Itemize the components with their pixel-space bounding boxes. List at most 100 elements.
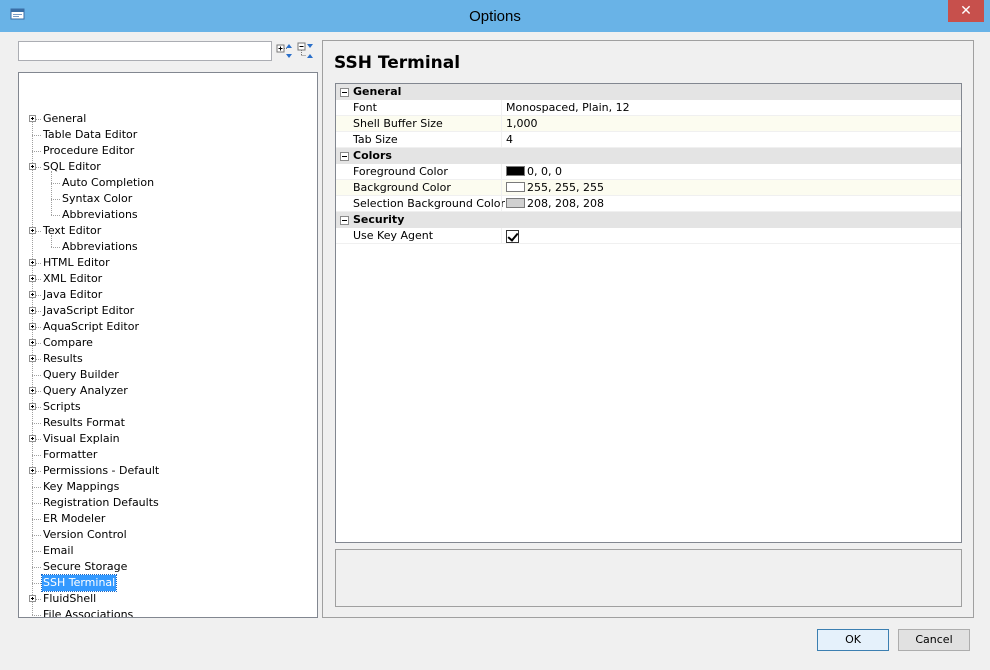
expand-toggle-icon[interactable] <box>29 291 36 298</box>
tree-item[interactable]: General <box>19 111 317 127</box>
tree-item[interactable]: ER Modeler <box>19 511 317 527</box>
tree-item[interactable]: Secure Storage <box>19 559 317 575</box>
tree-item[interactable]: Query Builder <box>19 367 317 383</box>
property-grid[interactable]: General Font Monospaced, Plain, 12 Shell Bu… <box>335 83 962 543</box>
tree-item[interactable]: Text Editor <box>19 223 317 239</box>
tree-item[interactable]: FluidShell <box>19 591 317 607</box>
category-label: Colors <box>353 149 392 162</box>
expand-toggle-icon[interactable] <box>29 275 36 282</box>
expand-toggle-icon[interactable] <box>29 355 36 362</box>
tree-item[interactable]: HTML Editor <box>19 255 317 271</box>
collapse-toggle-icon[interactable] <box>340 216 349 225</box>
tree-item[interactable]: Syntax Color <box>19 191 317 207</box>
tree-item[interactable]: Version Control <box>19 527 317 543</box>
tree-item[interactable]: Auto Completion <box>19 175 317 191</box>
close-button[interactable]: ✕ <box>948 0 984 22</box>
expand-toggle-icon[interactable] <box>29 387 36 394</box>
tree-item-label: Email <box>43 544 74 557</box>
tree-item-label: Table Data Editor <box>43 128 138 141</box>
close-icon: ✕ <box>960 3 972 19</box>
tree-connector <box>32 615 41 616</box>
tree-connector <box>32 151 41 152</box>
expand-toggle-icon[interactable] <box>29 307 36 314</box>
expand-toggle-icon[interactable] <box>29 403 36 410</box>
property-row[interactable]: Selection Background Color 208, 208, 208 <box>336 196 961 212</box>
tree-connector <box>51 247 60 248</box>
cancel-button[interactable]: Cancel <box>898 629 970 651</box>
property-category[interactable]: Colors <box>336 148 961 164</box>
collapse-toggle-icon[interactable] <box>340 88 349 97</box>
tree-item[interactable]: Abbreviations <box>19 207 317 223</box>
tree-item[interactable]: Visual Explain <box>19 431 317 447</box>
tree-item[interactable]: Query Analyzer <box>19 383 317 399</box>
tree-item[interactable]: Registration Defaults <box>19 495 317 511</box>
collapse-toggle-icon[interactable] <box>340 152 349 161</box>
property-value[interactable]: 208, 208, 208 <box>506 197 604 210</box>
tree-item-label: Procedure Editor <box>43 144 135 157</box>
property-value[interactable]: 0, 0, 0 <box>506 165 562 178</box>
tree-item-label: AquaScript Editor <box>43 320 139 333</box>
tree-item[interactable]: Abbreviations <box>19 239 317 255</box>
tree-item-label: XML Editor <box>43 272 103 285</box>
property-value[interactable]: 4 <box>506 133 513 146</box>
tree-item-label: ER Modeler <box>43 512 106 525</box>
tree-item[interactable]: Procedure Editor <box>19 143 317 159</box>
tree-item[interactable]: File Associations <box>19 607 317 617</box>
property-value-text: 1,000 <box>506 117 538 130</box>
tree-item[interactable]: AquaScript Editor <box>19 319 317 335</box>
property-row[interactable]: Foreground Color 0, 0, 0 <box>336 164 961 180</box>
tree-item[interactable]: SSH Terminal <box>19 574 317 592</box>
tree-item[interactable]: Key Mappings <box>19 479 317 495</box>
collapse-all-icon[interactable] <box>297 42 315 60</box>
expand-all-icon[interactable] <box>276 42 294 60</box>
tree-item-label: Visual Explain <box>43 432 120 445</box>
expand-toggle-icon[interactable] <box>29 323 36 330</box>
search-input[interactable] <box>18 41 272 61</box>
use-key-agent-checkbox[interactable] <box>506 230 519 243</box>
tree-item-label: JavaScript Editor <box>43 304 135 317</box>
column-divider <box>501 116 502 132</box>
category-label: General <box>353 85 402 98</box>
ok-button[interactable]: OK <box>817 629 889 651</box>
expand-toggle-icon[interactable] <box>29 339 36 346</box>
tree-item[interactable]: Formatter <box>19 447 317 463</box>
tree-item[interactable]: Permissions - Default <box>19 463 317 479</box>
property-value[interactable]: 255, 255, 255 <box>506 181 604 194</box>
tree-connector <box>51 215 60 216</box>
tree-item[interactable]: Java Editor <box>19 287 317 303</box>
tree-connector <box>32 135 41 136</box>
property-row[interactable]: Tab Size 4 <box>336 132 961 148</box>
tree-item[interactable]: Email <box>19 543 317 559</box>
expand-toggle-icon[interactable] <box>29 467 36 474</box>
tree-item[interactable]: SQL Editor <box>19 159 317 175</box>
expand-toggle-icon[interactable] <box>29 163 36 170</box>
tree-item[interactable]: Scripts <box>19 399 317 415</box>
expand-toggle-icon[interactable] <box>29 595 36 602</box>
tree-item[interactable]: Compare <box>19 335 317 351</box>
expand-toggle-icon[interactable] <box>29 435 36 442</box>
expand-toggle-icon[interactable] <box>29 227 36 234</box>
property-row[interactable]: Shell Buffer Size 1,000 <box>336 116 961 132</box>
property-row[interactable]: Font Monospaced, Plain, 12 <box>336 100 961 116</box>
column-divider <box>501 164 502 180</box>
property-row[interactable]: Use Key Agent <box>336 228 961 244</box>
property-value-text: 255, 255, 255 <box>527 181 604 194</box>
tree-item-label: Auto Completion <box>62 176 155 189</box>
property-category[interactable]: General <box>336 84 961 100</box>
property-name: Shell Buffer Size <box>353 117 443 130</box>
tree-item-label: Abbreviations <box>62 240 138 253</box>
tree-item[interactable]: XML Editor <box>19 271 317 287</box>
property-value[interactable]: Monospaced, Plain, 12 <box>506 101 630 114</box>
property-category[interactable]: Security <box>336 212 961 228</box>
property-value[interactable]: 1,000 <box>506 117 538 130</box>
tree-item[interactable]: Results <box>19 351 317 367</box>
tree-item[interactable]: Results Format <box>19 415 317 431</box>
expand-toggle-icon[interactable] <box>29 259 36 266</box>
tree-item[interactable]: JavaScript Editor <box>19 303 317 319</box>
options-tree[interactable]: General Table Data Editor Procedure Editor… <box>18 72 318 618</box>
title-bar: Options ✕ <box>0 0 990 32</box>
expand-toggle-icon[interactable] <box>29 115 36 122</box>
column-divider <box>501 180 502 196</box>
tree-item[interactable]: Table Data Editor <box>19 127 317 143</box>
property-row[interactable]: Background Color 255, 255, 255 <box>336 180 961 196</box>
